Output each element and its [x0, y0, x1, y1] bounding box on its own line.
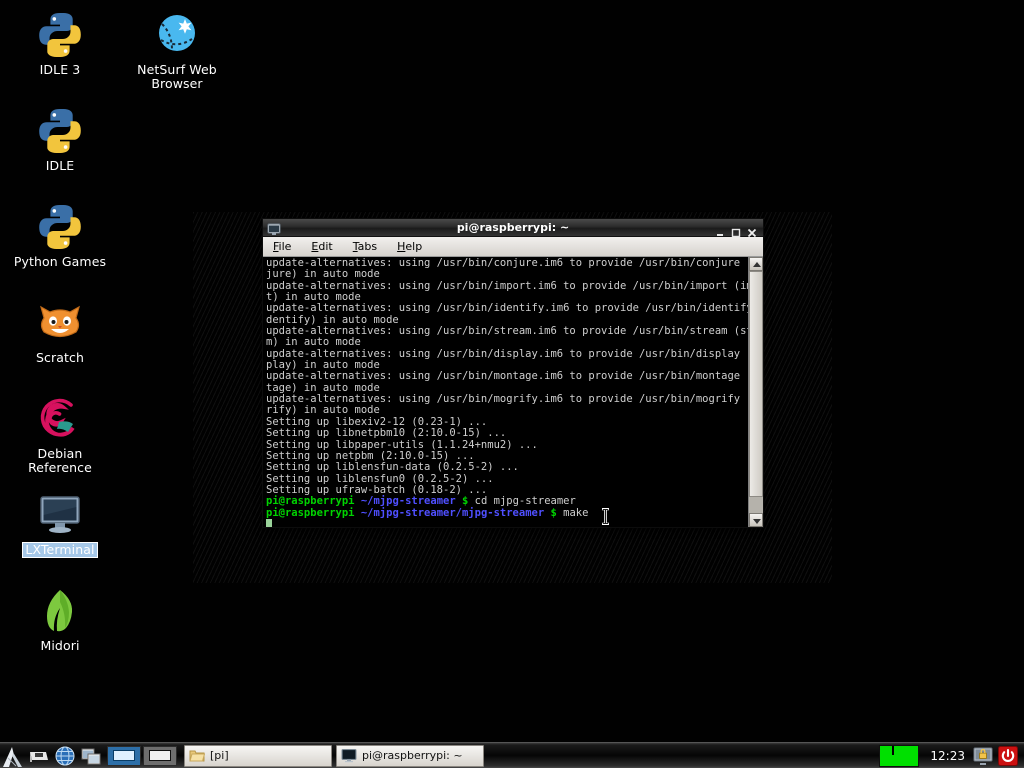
- desktop-2[interactable]: [143, 745, 177, 766]
- desktop-icon-label: LXTerminal: [22, 542, 98, 558]
- desktop-icon-midori[interactable]: Midori: [10, 586, 110, 653]
- shutdown-icon[interactable]: [997, 745, 1019, 767]
- scratch-cat-icon: [35, 298, 85, 348]
- prompt-command: cd mjpg-streamer: [474, 495, 576, 508]
- desktop-icon-label: Scratch: [35, 350, 84, 365]
- python-icon: [35, 202, 85, 252]
- cpu-monitor[interactable]: [879, 744, 920, 767]
- terminal-title: pi@raspberrypi: ~: [456, 221, 570, 234]
- minimize-button[interactable]: [715, 223, 725, 236]
- prompt-sigil: $: [550, 506, 557, 519]
- window-controls: [715, 223, 763, 237]
- desktop-icon-debian-reference[interactable]: Debian Reference: [10, 394, 110, 475]
- midori-leaf-icon: [35, 586, 85, 636]
- monitor-icon: [35, 490, 85, 540]
- prompt-path: ~/mjpg-streamer: [360, 495, 456, 508]
- taskbar[interactable]: [pi] pi@raspberrypi: ~ 12:23: [0, 742, 1024, 768]
- desktop-pager[interactable]: [106, 744, 178, 768]
- scrollbar-track[interactable]: [749, 497, 763, 513]
- prompt-command: make: [563, 506, 589, 519]
- desktop-icon-label: IDLE: [45, 158, 75, 173]
- scroll-down-button[interactable]: [749, 513, 763, 527]
- menu-tabs[interactable]: Tabs: [353, 240, 377, 253]
- python-icon: [35, 10, 85, 60]
- terminal-window[interactable]: pi@raspberrypi: ~ File Edit Tabs Help updat…: [262, 218, 764, 528]
- task-button-pi[interactable]: [pi]: [184, 744, 332, 767]
- terminal-output[interactable]: update-alternatives: using /usr/bin/conj…: [263, 257, 748, 527]
- close-button[interactable]: [747, 223, 757, 237]
- desktop-icon-label: Midori: [40, 638, 80, 653]
- netsurf-globe-icon: [152, 10, 202, 60]
- desktop-icon-label: IDLE 3: [39, 62, 81, 77]
- desktop-icon-idle-3[interactable]: IDLE 3: [10, 10, 110, 77]
- system-tray[interactable]: 12:23: [879, 743, 1024, 768]
- desktop-icon-lxterminal[interactable]: LXTerminal: [10, 490, 110, 558]
- cpu-bar: [880, 745, 891, 766]
- cpu-bar: [906, 745, 919, 766]
- prompt-user: pi@raspberrypi: [266, 495, 355, 508]
- task-button-label: pi@raspberrypi: ~: [362, 749, 463, 762]
- desktop-icon-label: Debian Reference: [28, 446, 92, 475]
- menu-file[interactable]: File: [273, 240, 291, 253]
- task-button-label: [pi]: [210, 749, 229, 762]
- desktop-1[interactable]: [107, 745, 141, 766]
- terminal-cursor: [266, 518, 748, 527]
- terminal-title-bar[interactable]: pi@raspberrypi: ~: [263, 219, 763, 237]
- scrollbar-thumb[interactable]: [749, 271, 763, 497]
- desktop-icon-netsurf-web-browser[interactable]: NetSurf Web Browser: [127, 10, 227, 91]
- menu-edit[interactable]: Edit: [311, 240, 332, 253]
- folder-icon: [189, 748, 206, 763]
- desktop-icon-label: Python Games: [13, 254, 107, 269]
- window-switcher-launcher[interactable]: [78, 744, 104, 768]
- terminal-output-line: jure) in auto mode: [266, 268, 380, 281]
- terminal-body[interactable]: update-alternatives: using /usr/bin/conj…: [263, 257, 763, 527]
- terminal-icon: [267, 221, 281, 235]
- menu-help[interactable]: Help: [397, 240, 422, 253]
- python-icon: [35, 106, 85, 156]
- terminal-menu-bar[interactable]: File Edit Tabs Help: [263, 237, 763, 257]
- web-browser-launcher[interactable]: [52, 744, 78, 768]
- terminal-prompt-line: pi@raspberrypi ~/mjpg-streamer/mjpg-stre…: [266, 506, 748, 519]
- terminal-scrollbar[interactable]: [748, 257, 763, 527]
- cpu-bar: [894, 745, 905, 766]
- desktop-screen: IDLE 3 NetSurf Web Browser IDLE Python Game…: [0, 0, 1024, 768]
- terminal-icon: [341, 748, 357, 763]
- prompt-user: pi@raspberrypi: [266, 506, 355, 519]
- desktop-icon-label: NetSurf Web Browser: [137, 62, 217, 91]
- lock-screen-icon[interactable]: [972, 745, 994, 767]
- terminal-output-line: Setting up liblensfun-data (0.2.5-2) ...: [266, 461, 519, 474]
- maximize-button[interactable]: [731, 223, 741, 237]
- prompt-path: ~/mjpg-streamer/mjpg-streamer: [360, 506, 545, 519]
- task-button-list[interactable]: [pi] pi@raspberrypi: ~: [184, 744, 484, 767]
- prompt-sigil: $: [462, 495, 469, 508]
- desktop-icon-idle[interactable]: IDLE: [10, 106, 110, 173]
- debian-swirl-icon: [35, 394, 85, 444]
- clock[interactable]: 12:23: [923, 749, 972, 763]
- terminal-output-line: Setting up libnetpbm10 (2:10.0-15) ...: [266, 427, 507, 440]
- task-button-terminal[interactable]: pi@raspberrypi: ~: [336, 744, 484, 767]
- menu-button[interactable]: [0, 744, 26, 768]
- scroll-up-button[interactable]: [749, 257, 763, 271]
- file-manager-launcher[interactable]: [26, 744, 52, 768]
- desktop-icon-python-games[interactable]: Python Games: [10, 202, 110, 269]
- desktop-icon-scratch[interactable]: Scratch: [10, 298, 110, 365]
